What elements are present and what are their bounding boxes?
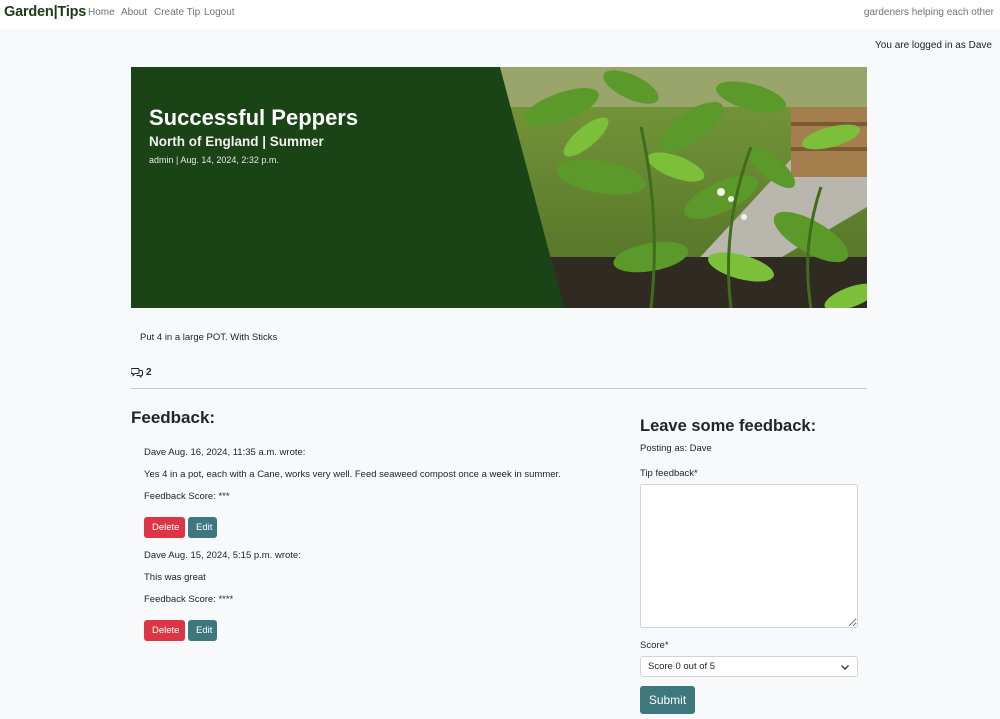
tip-feedback-label: Tip feedback* (640, 468, 698, 479)
tip-hero-banner: Successful Peppers North of England | Su… (131, 67, 867, 308)
feedback-score: Feedback Score: **** (144, 594, 234, 605)
tip-content: Put 4 in a large POT. With Sticks (140, 332, 278, 343)
feedback-item: Dave Aug. 16, 2024, 11:35 a.m. wrote: Ye… (144, 447, 604, 538)
feedback-item: Dave Aug. 15, 2024, 5:15 p.m. wrote: Thi… (144, 550, 604, 641)
tip-title: Successful Peppers (149, 105, 359, 130)
chevron-down-icon (841, 665, 849, 670)
leave-feedback-heading: Leave some feedback: (640, 417, 817, 435)
feedback-heading: Feedback: (131, 408, 216, 427)
feedback-score: Feedback Score: *** (144, 491, 230, 502)
feedback-body: Yes 4 in a pot, each with a Cane, works … (144, 469, 561, 480)
feedback-author-line: Dave Aug. 16, 2024, 11:35 a.m. wrote: (144, 447, 306, 458)
hero-text: Successful Peppers North of England | Su… (149, 104, 358, 165)
logged-in-status: You are logged in as Dave (875, 40, 992, 51)
tip-feedback-textarea[interactable] (640, 484, 858, 628)
score-label: Score* (640, 640, 669, 651)
feedback-actions: Delete Edit (144, 517, 604, 538)
tip-author-date: admin | Aug. 14, 2024, 2:32 p.m. (149, 155, 279, 165)
feedback-body: This was great (144, 572, 206, 583)
comments-icon (131, 368, 143, 378)
brand-logo[interactable]: Garden|Tips (4, 4, 86, 20)
tip-location-season: North of England | Summer (149, 134, 324, 149)
posting-as-label: Posting as: Dave (640, 443, 712, 454)
comment-count: 2 (131, 367, 152, 378)
navbar: Garden|Tips Home About Create Tip Logout… (0, 0, 1000, 29)
nav-logout-link[interactable]: Logout (204, 7, 235, 18)
delete-feedback-button[interactable]: Delete (144, 517, 185, 538)
comment-count-value: 2 (146, 367, 152, 378)
nav-create-tip-link[interactable]: Create Tip (154, 7, 200, 18)
section-divider (131, 388, 867, 389)
feedback-author-line: Dave Aug. 15, 2024, 5:15 p.m. wrote: (144, 550, 301, 561)
edit-feedback-button[interactable]: Edit (188, 620, 217, 641)
nav-home-link[interactable]: Home (88, 7, 115, 18)
nav-about-link[interactable]: About (121, 7, 147, 18)
feedback-actions: Delete Edit (144, 620, 604, 641)
submit-button[interactable]: Submit (640, 686, 695, 714)
score-select[interactable]: Score 0 out of 5 (640, 656, 858, 677)
edit-feedback-button[interactable]: Edit (188, 517, 217, 538)
tagline: gardeners helping each other (863, 7, 994, 18)
delete-feedback-button[interactable]: Delete (144, 620, 185, 641)
score-selected-value: Score 0 out of 5 (648, 661, 716, 672)
